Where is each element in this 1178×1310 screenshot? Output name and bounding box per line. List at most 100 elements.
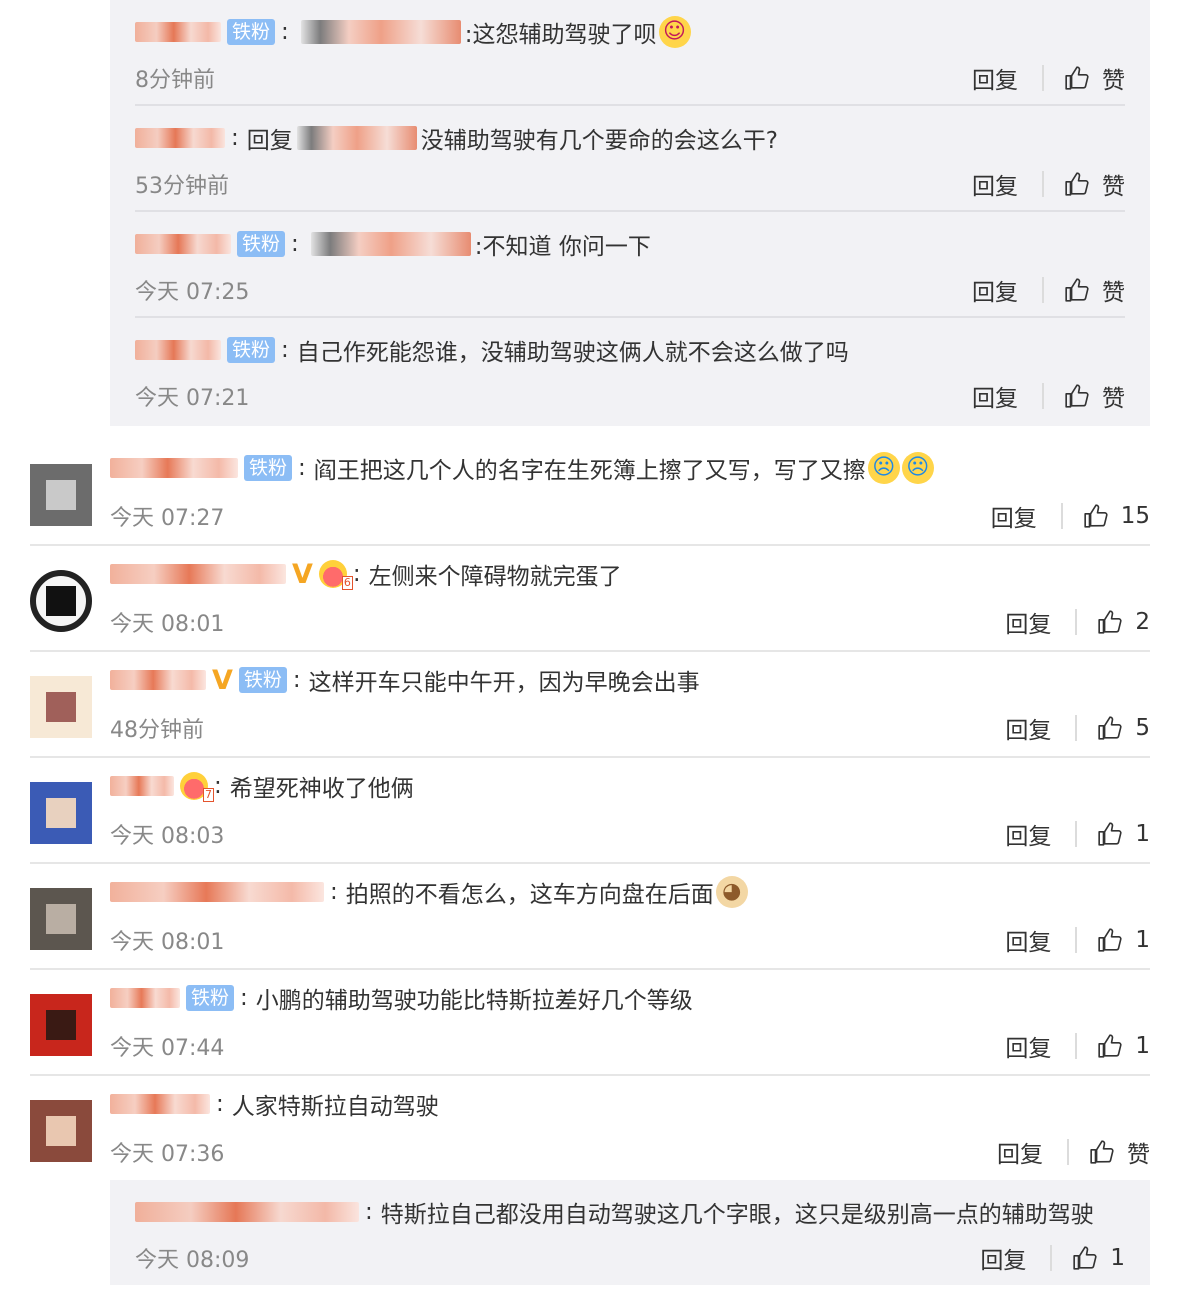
user-name[interactable]	[135, 1199, 359, 1225]
comment-item: 铁粉 : 阎王把这几个人的名字在生死簿上擦了又写，写了又擦 ☹ ☹ 今天 07:…	[30, 440, 1150, 546]
reply-button[interactable]: 回复	[1001, 711, 1055, 745]
reply-button[interactable]: 回复	[968, 379, 1022, 413]
reply-button[interactable]: 回复	[1001, 923, 1055, 957]
reply-time: 今天 07:25	[135, 280, 250, 305]
comment-item: : 人家特斯拉自动驾驶 今天 07:36 回复 赞	[30, 1076, 1150, 1182]
reply-button[interactable]: 回复	[968, 167, 1022, 201]
user-name[interactable]	[110, 455, 238, 481]
comment-item: : 拍照的不看怎么，这车方向盘在后面 ◕ 今天 08:01 回复 1	[30, 864, 1150, 970]
thumbs-up-icon	[1072, 1245, 1098, 1271]
avatar[interactable]	[30, 888, 92, 950]
comment-text: 人家特斯拉自动驾驶	[231, 1094, 439, 1120]
comment-time: 48分钟前	[110, 718, 204, 743]
comment-text: 阎王把这几个人的名字在生死簿上擦了又写，写了又擦	[313, 458, 866, 484]
reply-time: 今天 08:09	[135, 1248, 250, 1273]
reply-text: :不知道 你问一下	[474, 234, 651, 260]
reply-button[interactable]: 回复	[987, 499, 1041, 533]
laugh-cry-emoji-icon: ☹	[901, 452, 934, 484]
reply-text: :这怨辅助驾驶了呗	[464, 22, 657, 48]
avatar[interactable]	[30, 464, 92, 526]
thumbs-up-icon	[1097, 609, 1123, 635]
reply-text: 自己作死能怨谁，没辅助驾驶这俩人就不会这么做了吗	[296, 340, 849, 366]
like-button[interactable]: 1	[1072, 1245, 1125, 1271]
fan-badge: 铁粉	[227, 337, 276, 363]
like-button[interactable]: 15	[1083, 503, 1150, 529]
yummy-emoji-icon: ☺	[658, 16, 691, 48]
avatar[interactable]	[30, 570, 92, 632]
reply-item: : 特斯拉自己都没用自动驾驶这几个字眼，这只是级别高一点的辅助驾驶 今天 08:…	[135, 1180, 1125, 1286]
avatar[interactable]	[30, 782, 92, 844]
like-count: 1	[1135, 1033, 1150, 1059]
like-button[interactable]: 1	[1097, 821, 1150, 847]
comment-time: 今天 08:01	[110, 612, 225, 637]
like-button[interactable]: 赞	[1064, 273, 1125, 307]
fan-badge: 铁粉	[186, 985, 235, 1011]
comment-item: V 铁粉 : 这样开车只能中午开，因为早晚会出事 48分钟前 回复 5	[30, 652, 1150, 758]
reply-button[interactable]: 回复	[1001, 1029, 1055, 1063]
comment-item: 铁粉 : 小鹏的辅助驾驶功能比特斯拉差好几个等级 今天 07:44 回复 1	[30, 970, 1150, 1076]
like-button[interactable]: 2	[1097, 609, 1150, 635]
verified-v-icon: V	[292, 558, 313, 590]
user-name[interactable]	[110, 1091, 210, 1117]
fan-badge: 铁粉	[244, 455, 293, 481]
comment-item: V 6 : 左侧来个障碍物就完蛋了 今天 08:01 回复 2	[30, 546, 1150, 652]
like-button[interactable]: 5	[1097, 715, 1150, 741]
like-button[interactable]: 1	[1097, 1033, 1150, 1059]
like-label: 赞	[1127, 1142, 1150, 1168]
reply-button[interactable]: 回复	[1001, 605, 1055, 639]
thumbs-up-icon	[1064, 65, 1090, 91]
reply-button[interactable]: 回复	[976, 1241, 1030, 1275]
like-button[interactable]: 赞	[1089, 1135, 1150, 1169]
comment-time: 今天 08:03	[110, 824, 225, 849]
like-button[interactable]: 赞	[1064, 167, 1125, 201]
vip-crown-icon: 7	[180, 772, 214, 802]
avatar[interactable]	[30, 676, 92, 738]
user-name[interactable]	[135, 125, 225, 151]
fan-badge: 铁粉	[227, 19, 276, 45]
reply-time: 8分钟前	[135, 68, 215, 93]
reply-button[interactable]: 回复	[1001, 817, 1055, 851]
reply-button[interactable]: 回复	[968, 61, 1022, 95]
user-name[interactable]	[110, 879, 324, 905]
doge-emoji-icon: ◕	[715, 876, 748, 908]
user-name[interactable]	[135, 19, 221, 45]
thumbs-up-icon	[1083, 503, 1109, 529]
vip-crown-icon: 6	[318, 560, 353, 590]
reply-time: 53分钟前	[135, 174, 229, 199]
thumbs-up-icon	[1064, 171, 1090, 197]
comment-text: 拍照的不看怎么，这车方向盘在后面	[345, 882, 714, 908]
reply-prefix: 回复	[246, 128, 293, 154]
reply-item: 铁粉 : 自己作死能怨谁，没辅助驾驶这俩人就不会这么做了吗 今天 07:21 回…	[135, 318, 1125, 424]
thumbs-up-icon	[1097, 715, 1123, 741]
thumbs-up-icon	[1097, 927, 1123, 953]
user-name[interactable]	[110, 667, 206, 693]
redacted-mention	[296, 126, 417, 150]
comment-item: 7 : 希望死神收了他俩 今天 08:03 回复 1	[30, 758, 1150, 864]
reply-item: : 回复 没辅助驾驶有几个要命的会这么干? 53分钟前 回复 赞	[135, 106, 1125, 212]
like-count: 5	[1135, 715, 1150, 741]
comment-text: 左侧来个障碍物就完蛋了	[368, 564, 622, 590]
avatar[interactable]	[30, 1100, 92, 1162]
user-name[interactable]	[110, 561, 286, 587]
reply-button[interactable]: 回复	[993, 1135, 1047, 1169]
thumbs-up-icon	[1064, 383, 1090, 409]
user-name[interactable]	[135, 337, 221, 363]
thumbs-up-icon	[1097, 1033, 1123, 1059]
like-button[interactable]: 赞	[1064, 61, 1125, 95]
comment-text: 这样开车只能中午开，因为早晚会出事	[308, 670, 700, 696]
user-name[interactable]	[135, 231, 231, 257]
reply-button[interactable]: 回复	[968, 273, 1022, 307]
like-button[interactable]: 1	[1097, 927, 1150, 953]
nested-replies: 铁粉 : :这怨辅助驾驶了呗 ☺ 8分钟前 回复 赞 : 回复 没辅助驾驶有几个	[110, 0, 1150, 426]
user-name[interactable]	[110, 773, 174, 799]
avatar[interactable]	[30, 994, 92, 1056]
thumbs-up-icon	[1097, 821, 1123, 847]
nested-replies: : 特斯拉自己都没用自动驾驶这几个字眼，这只是级别高一点的辅助驾驶 今天 08:…	[110, 1180, 1150, 1285]
reply-time: 今天 07:21	[135, 386, 250, 411]
like-count: 2	[1135, 609, 1150, 635]
comment-time: 今天 07:36	[110, 1142, 225, 1167]
comment-time: 今天 07:44	[110, 1036, 225, 1061]
like-button[interactable]: 赞	[1064, 379, 1125, 413]
user-name[interactable]	[110, 985, 180, 1011]
fan-badge: 铁粉	[238, 667, 287, 693]
